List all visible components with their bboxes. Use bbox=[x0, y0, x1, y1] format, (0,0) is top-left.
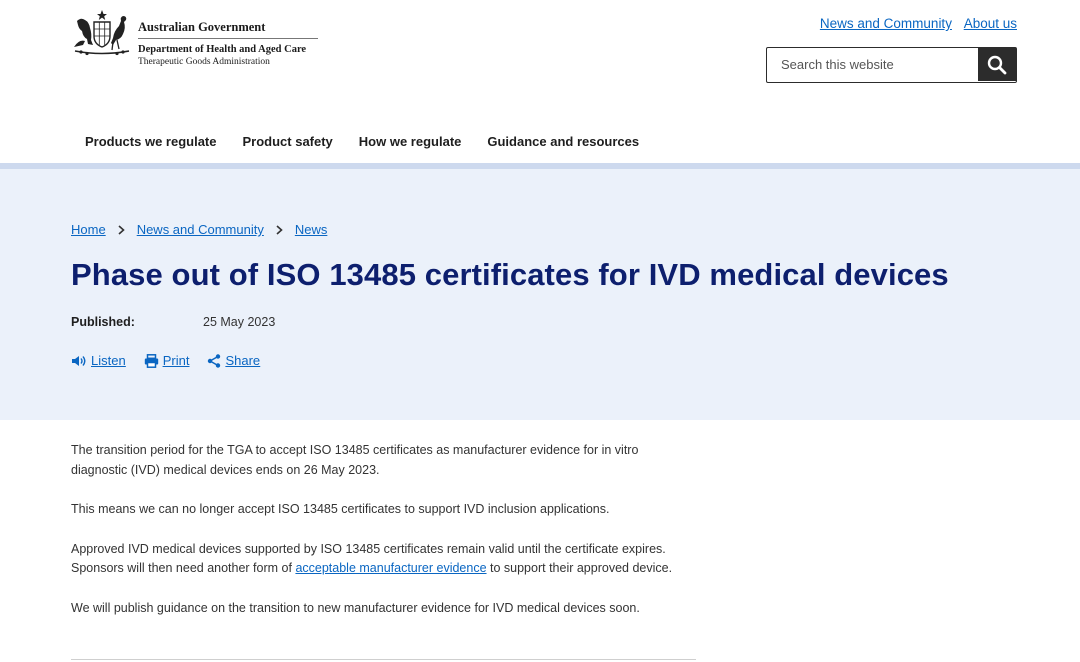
print-label: Print bbox=[162, 353, 190, 368]
article-paragraph: We will publish guidance on the transiti… bbox=[71, 600, 640, 615]
published-date: 25 May 2023 bbox=[203, 315, 276, 329]
share-button[interactable]: Share bbox=[207, 353, 260, 368]
listen-button[interactable]: Listen bbox=[71, 353, 126, 368]
breadcrumb-news[interactable]: News bbox=[295, 222, 328, 237]
published-info: Published: 25 May 2023 bbox=[71, 315, 275, 329]
nav-item-guidance-resources[interactable]: Guidance and resources bbox=[474, 126, 652, 157]
search-button[interactable] bbox=[978, 48, 1016, 81]
chevron-right-icon bbox=[276, 224, 283, 235]
main-nav: Products we regulate Product safety How … bbox=[71, 126, 652, 157]
share-icon bbox=[208, 353, 221, 368]
site-header: Australian Government Department of Heal… bbox=[0, 0, 1080, 110]
listen-label: Listen bbox=[91, 353, 126, 368]
print-button[interactable]: Print bbox=[144, 353, 190, 368]
utility-links: News and Community About us bbox=[812, 16, 1017, 31]
coat-of-arms-icon bbox=[74, 10, 130, 56]
department-name: Department of Health and Aged Care bbox=[138, 44, 307, 55]
printer-icon bbox=[144, 353, 158, 368]
breadcrumb-home[interactable]: Home bbox=[71, 222, 106, 237]
page-title: Phase out of ISO 13485 certificates for … bbox=[71, 257, 949, 292]
breadcrumb-news-community[interactable]: News and Community bbox=[137, 222, 264, 237]
util-link-news-community[interactable]: News and Community bbox=[820, 16, 952, 31]
share-label: Share bbox=[225, 353, 261, 368]
gov-branding: Australian Government Department of Heal… bbox=[138, 20, 318, 68]
acceptable-manufacturer-evidence-link[interactable]: acceptable manufacturer evidence bbox=[295, 561, 486, 575]
article-paragraph: The transition period for the TGA to acc… bbox=[71, 443, 639, 477]
nav-item-products-we-regulate[interactable]: Products we regulate bbox=[71, 126, 229, 157]
speaker-icon bbox=[72, 355, 86, 366]
page-actions: Listen Print Share bbox=[71, 353, 278, 368]
agency-name: Therapeutic Goods Administration bbox=[138, 57, 270, 67]
published-label: Published: bbox=[71, 315, 135, 329]
nav-item-product-safety[interactable]: Product safety bbox=[229, 126, 345, 157]
util-link-about-us[interactable]: About us bbox=[964, 16, 1017, 31]
search-input[interactable] bbox=[767, 48, 993, 81]
article-body: The transition period for the TGA to acc… bbox=[71, 441, 696, 638]
breadcrumb: Home News and Community News bbox=[71, 222, 327, 237]
gov-name: Australian Government bbox=[138, 20, 318, 39]
search-box bbox=[766, 47, 1017, 83]
search-icon bbox=[987, 55, 1007, 74]
paragraph-text: to support their approved device. bbox=[486, 561, 673, 575]
content-divider bbox=[71, 659, 696, 660]
article-paragraph: This means we can no longer accept ISO 1… bbox=[71, 502, 610, 516]
chevron-right-icon bbox=[118, 224, 125, 235]
nav-item-how-we-regulate[interactable]: How we regulate bbox=[346, 126, 475, 157]
article-paragraph: Approved IVD medical devices supported b… bbox=[71, 540, 696, 579]
page-hero: Home News and Community News Phase out o… bbox=[0, 169, 1080, 420]
